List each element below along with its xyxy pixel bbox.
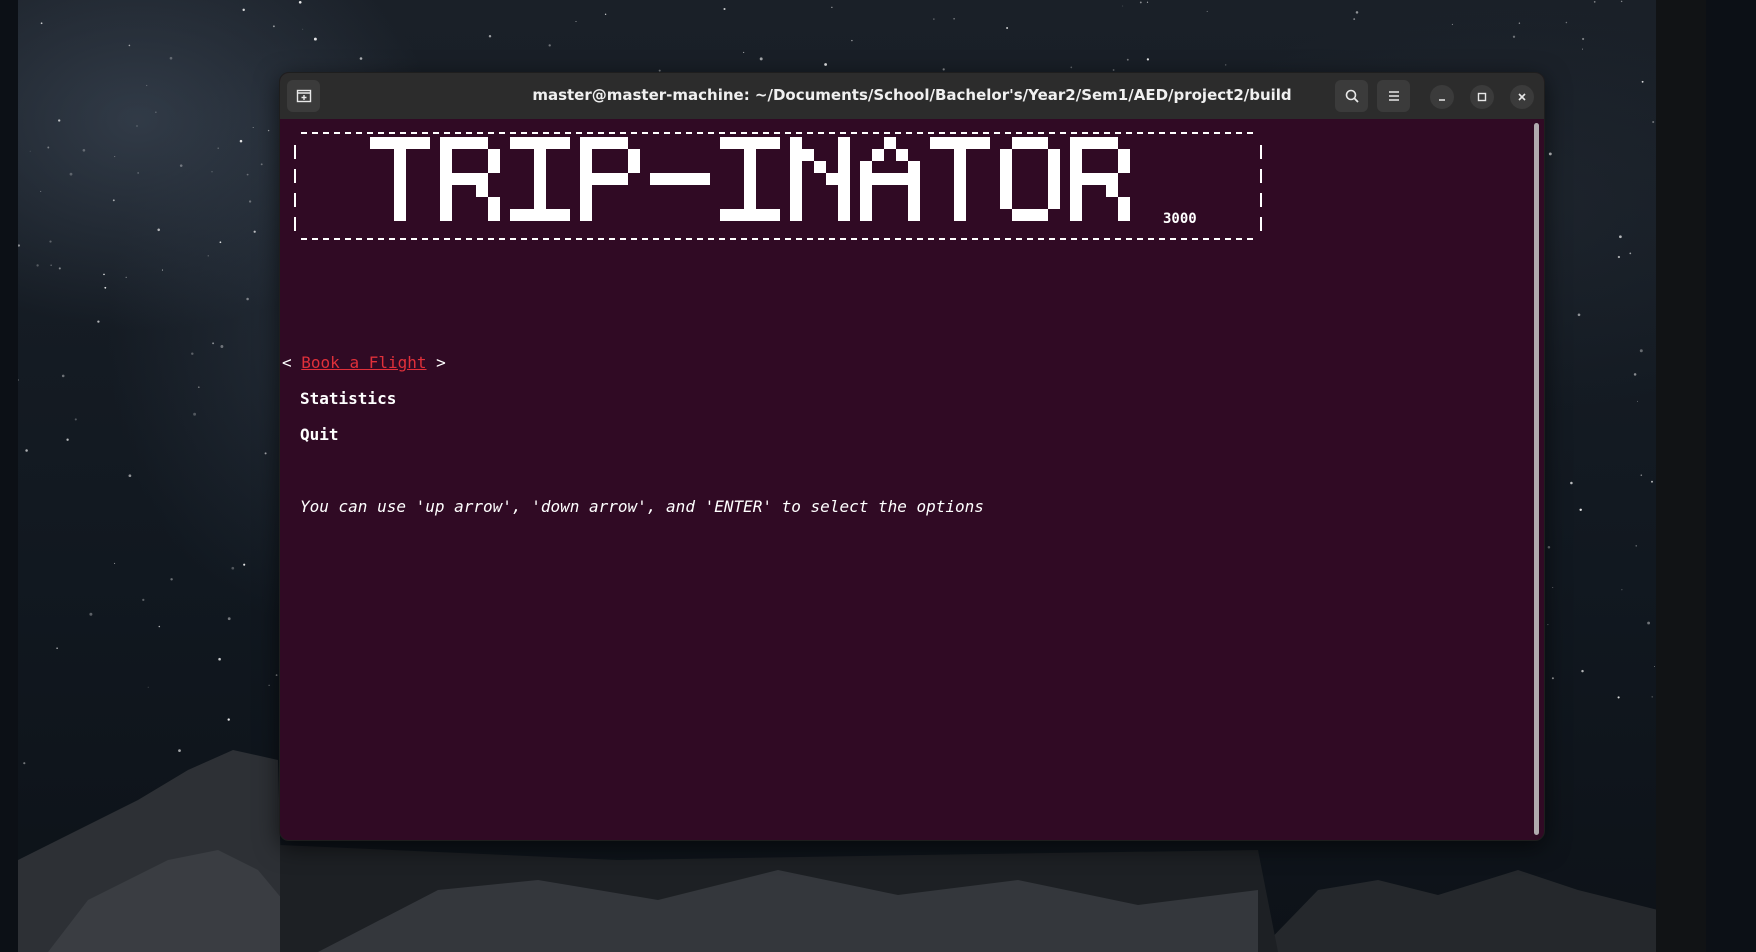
menu-item-label: Statistics: [300, 389, 397, 408]
terminal-window[interactable]: master@master-machine: ~/Documents/Schoo…: [279, 72, 1545, 841]
navigation-hint: You can use 'up arrow', 'down arrow', an…: [300, 497, 984, 516]
logo-letter: [860, 137, 920, 221]
logo-letter: [720, 137, 780, 221]
close-icon: [1518, 93, 1526, 101]
close-button[interactable]: [1510, 85, 1534, 109]
menu-button[interactable]: [1377, 80, 1410, 112]
minimize-icon: [1439, 99, 1445, 101]
selection-marker-left: <: [282, 353, 292, 372]
maximize-button[interactable]: [1470, 85, 1494, 109]
logo-letter: [440, 137, 500, 221]
menu-item-statistics[interactable]: Statistics: [300, 389, 396, 408]
screen-edge: [1656, 0, 1706, 952]
logo-letter: [580, 137, 640, 221]
logo-letter: [930, 137, 990, 221]
hamburger-menu-icon: [1388, 91, 1399, 101]
logo-letter: [790, 137, 850, 221]
menu-item-quit[interactable]: Quit: [300, 425, 339, 444]
menu-item-label: Book a Flight: [301, 353, 427, 372]
menu-item-book-a-flight[interactable]: < Book a Flight >: [282, 353, 446, 372]
logo-letter: [1070, 137, 1130, 221]
logo-letter: [370, 137, 430, 221]
logo-letter: [1000, 137, 1060, 221]
minimize-button[interactable]: [1430, 85, 1454, 109]
terminal-content[interactable]: 3000 < Book a Flight > Statistics Quit Y…: [280, 119, 1544, 840]
selection-marker-right: >: [436, 353, 446, 372]
search-button[interactable]: [1335, 80, 1368, 112]
maximize-icon: [1477, 92, 1487, 102]
search-icon: [1345, 89, 1359, 103]
title-bar[interactable]: master@master-machine: ~/Documents/Schoo…: [280, 73, 1544, 119]
scrollbar[interactable]: [1534, 123, 1539, 835]
logo-letter: [510, 137, 570, 221]
menu-item-label: Quit: [300, 425, 339, 444]
banner-subtitle: 3000: [1163, 211, 1197, 227]
logo-letter: [650, 173, 710, 185]
banner-logo: [370, 137, 1130, 221]
